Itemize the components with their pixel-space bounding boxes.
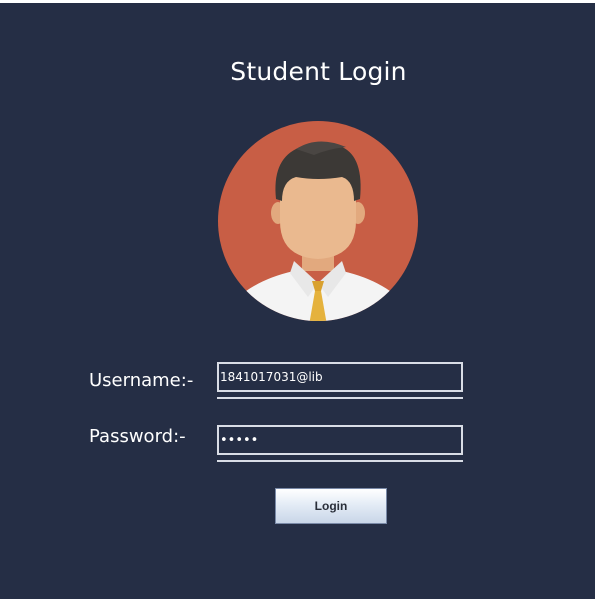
page-title: Student Login (230, 57, 407, 86)
user-avatar-icon (218, 121, 418, 321)
login-panel: Student Login Username:- 1841017031@lib … (0, 3, 595, 599)
password-label: Password:- (89, 426, 186, 447)
login-button[interactable]: Login (275, 488, 387, 524)
password-input[interactable] (217, 425, 463, 455)
username-input[interactable] (217, 362, 463, 392)
username-label: Username:- (89, 370, 194, 391)
username-underline (217, 397, 463, 399)
password-underline (217, 460, 463, 462)
